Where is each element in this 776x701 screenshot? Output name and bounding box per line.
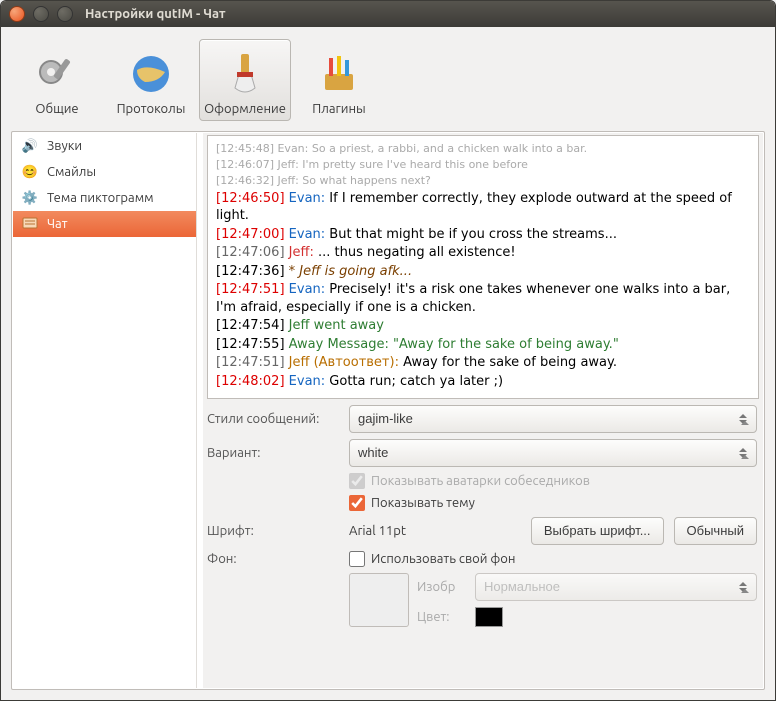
style-combobox[interactable]: gajim-like [349,405,757,433]
paintbrush-icon [221,50,269,98]
toolbar-protocols[interactable]: Протоколы [105,39,197,121]
toolbar: Общие Протоколы Оформление Плагины [11,37,765,127]
toolbar-label: Общие [35,102,78,116]
bg-color-swatch [475,607,503,627]
close-icon[interactable] [9,6,25,22]
settings-form: Стили сообщений: gajim-like Вариант: whi… [207,405,759,627]
sidebar-item-sounds[interactable]: 🔊 Звуки [13,133,196,159]
globe-icon [127,50,175,98]
sidebar-item-label: Смайлы [47,165,96,179]
show-avatars-checkbox: Показывать аватарки собеседников [349,473,757,489]
chat-icon [21,215,39,233]
sidebar-item-chat[interactable]: Чат [13,211,196,237]
window-title: Настройки qutIM - Чат [85,7,226,21]
checkbox-icon [349,473,365,489]
maximize-icon[interactable] [57,6,73,22]
smiley-icon: 😊 [21,163,39,181]
choose-font-button[interactable]: Выбрать шрифт... [531,517,664,545]
titlebar: Настройки qutIM - Чат [1,1,775,27]
speaker-icon: 🔊 [21,137,39,155]
default-font-button[interactable]: Обычный [674,517,757,545]
variant-combobox[interactable]: white [349,439,757,467]
toolbar-label: Оформление [204,102,286,116]
use-custom-bg-checkbox[interactable]: Использовать свой фон [349,551,757,567]
bg-color-label: Цвет: [417,610,467,624]
gear-icon: ⚙️ [21,189,39,207]
bg-subpanel: Изобр Нормальное Цвет: [349,573,757,627]
bg-mode-combobox: Нормальное [475,573,757,601]
sidebar: 🔊 Звуки 😊 Смайлы ⚙️ Тема пиктограмм Чат [13,133,197,688]
show-topic-checkbox[interactable]: Показывать тему [349,495,757,511]
sidebar-item-icontheme[interactable]: ⚙️ Тема пиктограмм [13,185,196,211]
sidebar-item-label: Звуки [47,139,82,153]
window-content: Общие Протоколы Оформление Плагины [1,27,775,700]
toolbar-label: Протоколы [117,102,186,116]
minimize-icon[interactable] [33,6,49,22]
settings-window: Настройки qutIM - Чат Общие Протоколы Оф… [0,0,776,701]
sidebar-item-smileys[interactable]: 😊 Смайлы [13,159,196,185]
toolbar-general[interactable]: Общие [11,39,103,121]
toolbox-icon [315,50,363,98]
gear-wrench-icon [33,50,81,98]
toolbar-appearance[interactable]: Оформление [199,39,291,121]
sidebar-item-label: Тема пиктограмм [47,191,154,205]
checkbox-icon[interactable] [349,495,365,511]
bg-image-swatch [349,573,409,627]
toolbar-plugins[interactable]: Плагины [293,39,385,121]
variant-label: Вариант: [207,446,339,460]
toolbar-label: Плагины [312,102,365,116]
main-row: 🔊 Звуки 😊 Смайлы ⚙️ Тема пиктограмм Чат [11,131,765,690]
chat-preview: [12:45:48] Evan: So a priest, a rabbi, a… [207,135,759,399]
font-label: Шрифт: [207,524,339,538]
bg-label: Фон: [207,552,339,566]
bg-image-label: Изобр [417,580,467,594]
checkbox-icon[interactable] [349,551,365,567]
sidebar-item-label: Чат [47,217,67,231]
font-value: Arial 11pt [349,524,521,538]
chat-settings-pane: [12:45:48] Evan: So a priest, a rabbi, a… [203,133,763,688]
style-label: Стили сообщений: [207,412,339,426]
